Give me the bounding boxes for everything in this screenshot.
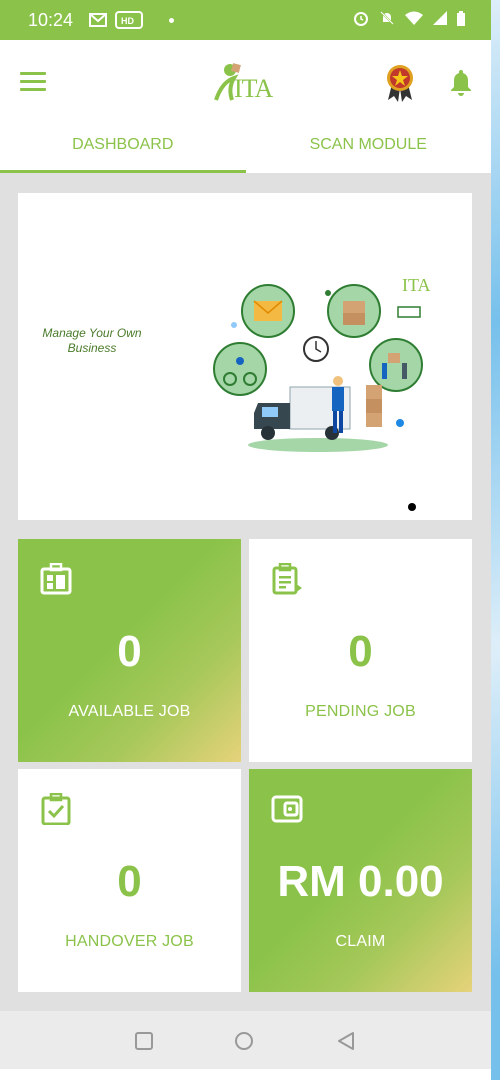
app-screen: 10:24 HD ITA DASHBOARD SCAN MODULE Manag… <box>0 0 491 1080</box>
promo-banner[interactable]: Manage Your Own Business ITA <box>18 193 472 520</box>
available-job-label: AVAILABLE JOB <box>68 703 191 720</box>
handover-job-card[interactable]: 0 HANDOVER JOB <box>18 769 241 992</box>
app-logo: ITA <box>212 62 282 106</box>
system-nav-bar <box>0 1011 491 1069</box>
available-job-count: 0 <box>117 627 142 676</box>
claim-card[interactable]: RM 0.00 CLAIM <box>249 769 472 992</box>
pending-job-card[interactable]: 0 PENDING JOB <box>249 539 472 762</box>
signal-icon <box>433 11 447 25</box>
banner-logo-text: ITA <box>402 275 431 295</box>
logo-text: ITA <box>234 74 273 103</box>
dashboard-content: Manage Your Own Business ITA 0 AVAILABLE… <box>0 173 491 1011</box>
tab-scan-module[interactable]: SCAN MODULE <box>246 125 492 173</box>
banner-caption: Manage Your Own Business <box>42 326 142 355</box>
tab-dashboard[interactable]: DASHBOARD <box>0 125 246 173</box>
hd-voice-icon: HD <box>115 11 144 29</box>
carousel-indicator[interactable] <box>408 503 416 511</box>
wallet-icon <box>271 795 303 823</box>
pending-job-label: PENDING JOB <box>305 703 416 720</box>
dashboard-grid-icon <box>40 563 72 595</box>
status-left-icons: HD <box>89 11 175 29</box>
recent-apps-icon[interactable] <box>134 1031 154 1051</box>
background-decoration-stripe <box>490 0 500 1080</box>
bell-icon[interactable] <box>449 68 473 96</box>
available-job-card[interactable]: 0 AVAILABLE JOB <box>18 539 241 762</box>
hamburger-menu-icon[interactable] <box>20 72 46 92</box>
bell-off-icon <box>380 11 394 25</box>
back-icon[interactable] <box>336 1031 356 1051</box>
claim-label: CLAIM <box>335 933 386 950</box>
app-bar: ITA <box>0 40 491 125</box>
delivery-illustration: ITA <box>213 275 431 452</box>
clipboard-pending-icon <box>272 563 302 595</box>
gmail-icon <box>89 13 108 27</box>
status-time: 10:24 <box>28 9 74 30</box>
wifi-icon <box>405 11 423 25</box>
alarm-icon <box>354 12 368 26</box>
clipboard-check-icon <box>41 793 71 825</box>
award-medal-icon[interactable] <box>386 64 414 102</box>
tab-bar: DASHBOARD SCAN MODULE <box>0 125 491 173</box>
status-bar: 10:24 HD <box>0 0 491 40</box>
pending-job-count: 0 <box>348 627 373 676</box>
home-icon[interactable] <box>234 1031 254 1051</box>
notification-dot <box>169 17 175 23</box>
claim-amount: RM 0.00 <box>277 857 444 906</box>
status-right-icons <box>353 10 465 26</box>
battery-icon <box>457 10 465 26</box>
svg-text:HD: HD <box>121 16 134 26</box>
handover-job-count: 0 <box>117 857 142 906</box>
handover-job-label: HANDOVER JOB <box>65 933 194 950</box>
